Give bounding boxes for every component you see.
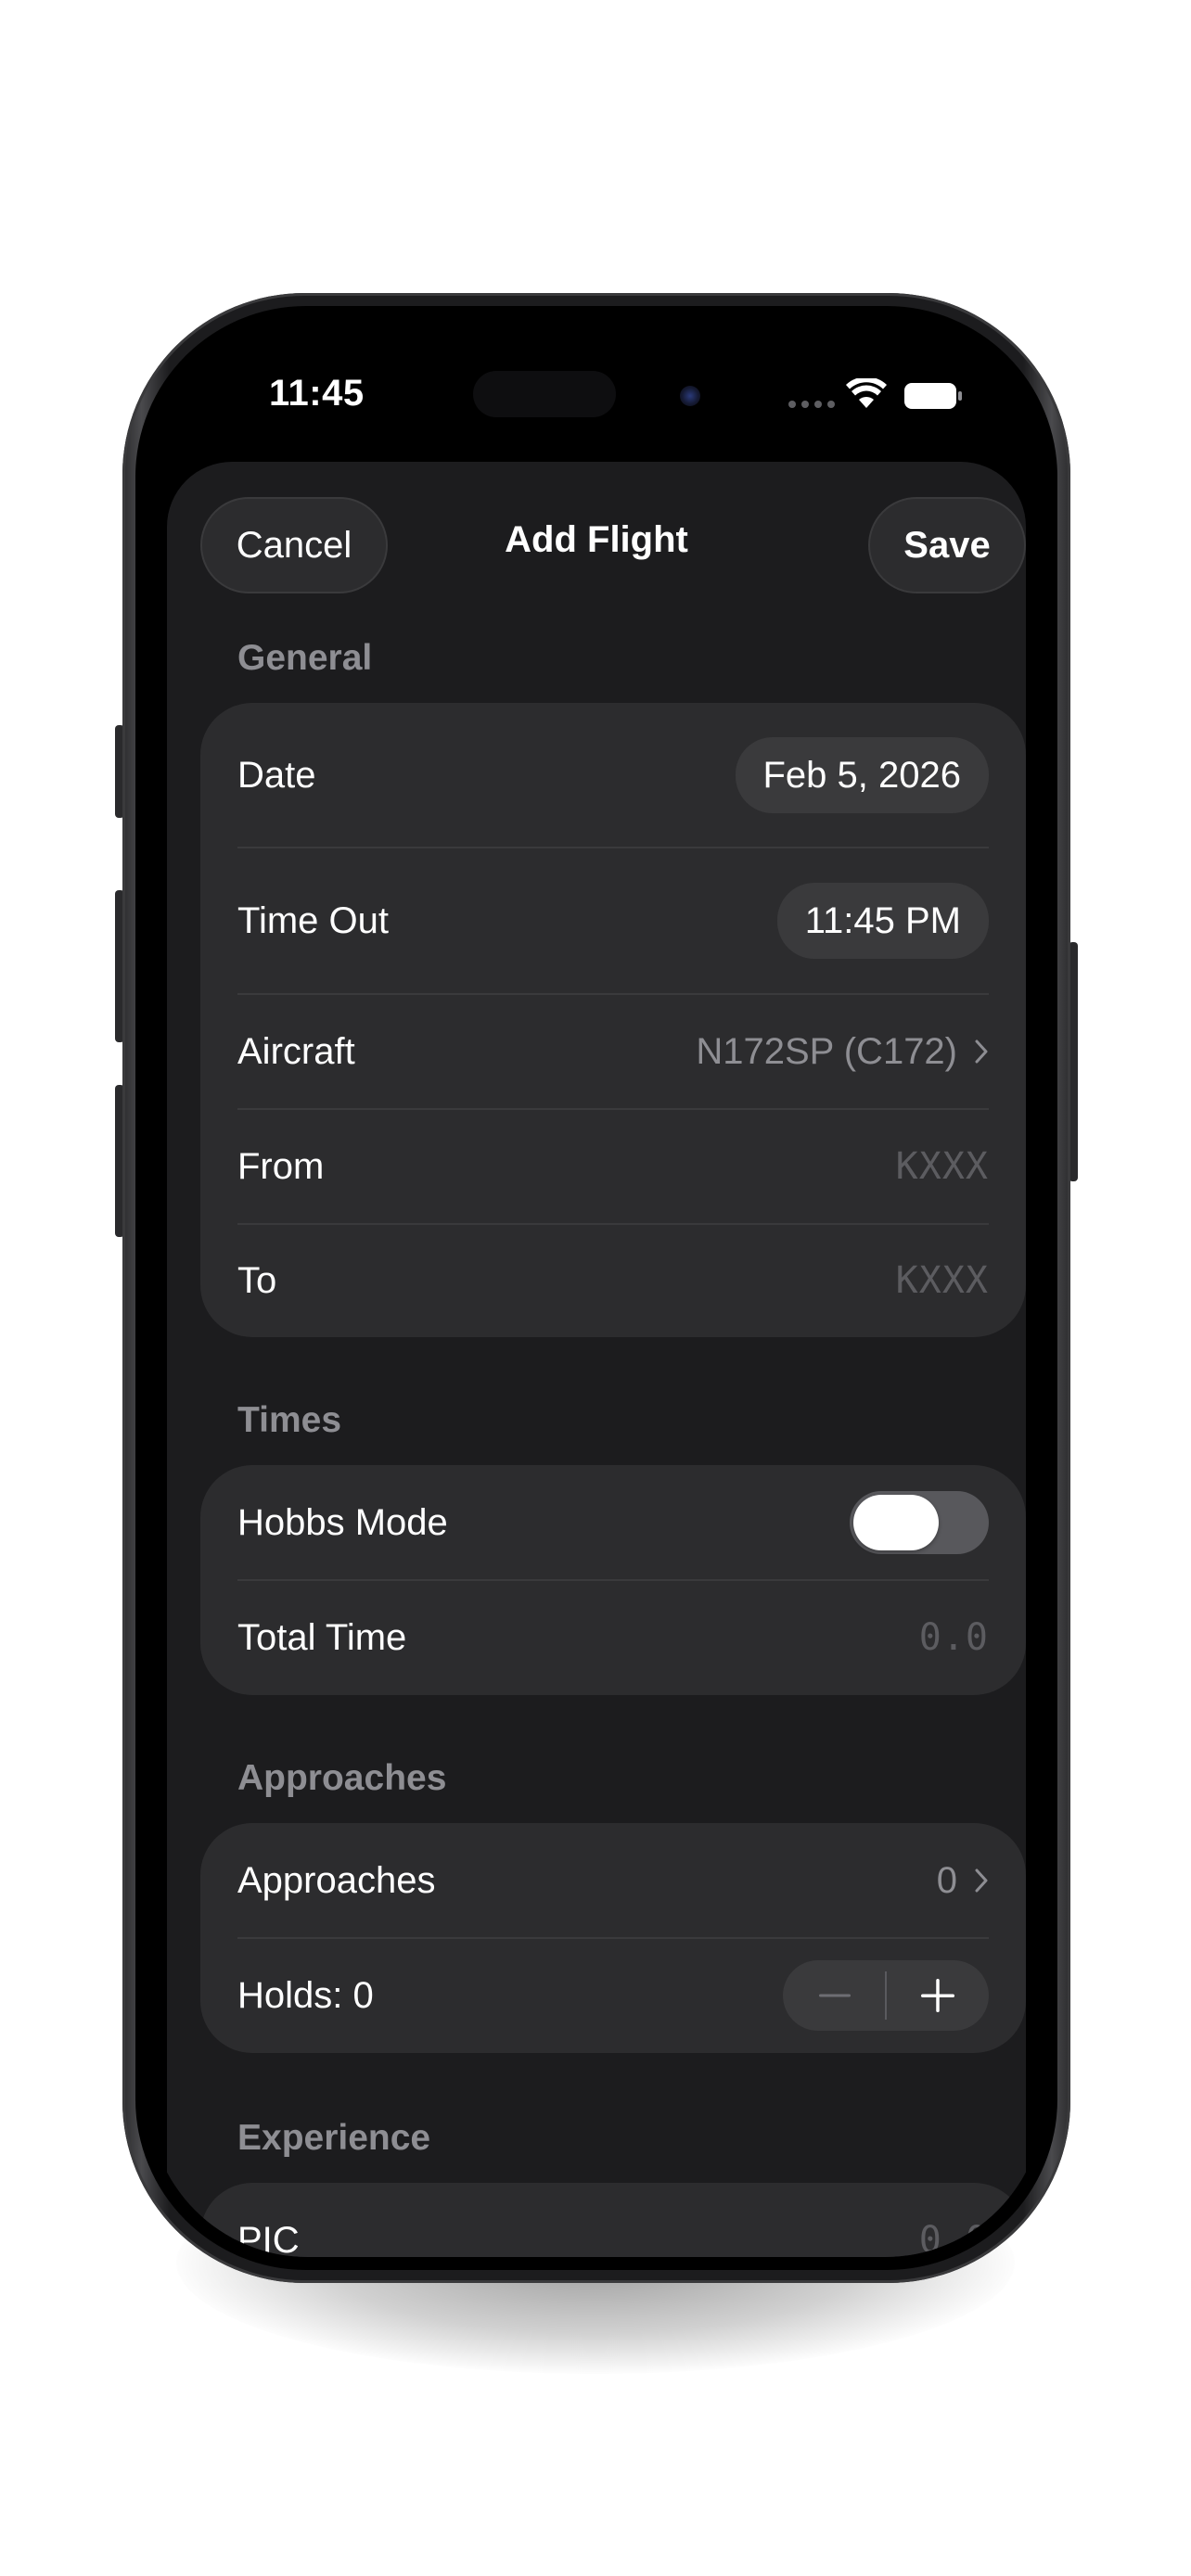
wifi-icon: [846, 378, 887, 408]
date-picker[interactable]: Feb 5, 2026: [735, 737, 989, 813]
holds-label: Holds: 0: [237, 1974, 374, 2016]
from-input[interactable]: KXXX: [896, 1145, 989, 1188]
stepper-divider: [885, 1971, 887, 2020]
save-button[interactable]: Save: [868, 497, 1026, 593]
from-row: From KXXX: [200, 1109, 1026, 1224]
aircraft-selected: N172SP (C172): [696, 1030, 957, 1072]
total-time-row: Total Time 0.0: [200, 1580, 1026, 1695]
cellular-signal-icon: [788, 401, 835, 408]
holds-row: Holds: 0: [200, 1938, 1026, 2053]
date-label: Date: [237, 754, 316, 796]
section-header-approaches: Approaches: [237, 1758, 447, 1798]
pic-row: PIC 0.0: [200, 2183, 1026, 2257]
battery-icon: [904, 383, 962, 409]
camera-icon: [680, 386, 700, 406]
plus-icon: [920, 1979, 954, 2012]
approaches-row[interactable]: Approaches 0: [200, 1823, 1026, 1938]
aircraft-row[interactable]: Aircraft N172SP (C172): [200, 994, 1026, 1109]
time-out-label: Time Out: [237, 899, 389, 941]
minus-icon: [818, 1994, 851, 1997]
toggle-knob: [853, 1495, 939, 1550]
chevron-right-icon: [975, 1868, 988, 1893]
hobbs-mode-toggle[interactable]: [850, 1491, 989, 1554]
approaches-label: Approaches: [237, 1859, 436, 1901]
total-time-label: Total Time: [237, 1616, 407, 1658]
to-input[interactable]: KXXX: [896, 1259, 989, 1302]
section-header-general: General: [237, 638, 373, 678]
screen: 11:45 Cancel Add Flight Save General Dat…: [148, 319, 1044, 2257]
section-header-times: Times: [237, 1400, 342, 1440]
experience-group: PIC 0.0: [200, 2183, 1026, 2257]
from-label: From: [237, 1145, 325, 1187]
hobbs-mode-label: Hobbs Mode: [237, 1501, 448, 1543]
time-out-row: Time Out 11:45 PM: [200, 848, 1026, 994]
decrement-button[interactable]: [783, 1960, 886, 2031]
general-group: Date Feb 5, 2026 Time Out 11:45 PM Aircr…: [200, 703, 1026, 1337]
to-row: To KXXX: [200, 1224, 1026, 1337]
status-time: 11:45: [269, 373, 365, 414]
add-flight-sheet: Cancel Add Flight Save General Date Feb …: [167, 462, 1026, 2257]
aircraft-value: N172SP (C172): [696, 1031, 989, 1073]
increment-button[interactable]: [886, 1960, 989, 2031]
chevron-right-icon: [975, 1039, 988, 1064]
pic-label: PIC: [237, 2219, 300, 2258]
dynamic-island: [473, 371, 616, 417]
total-time-input[interactable]: 0.0: [919, 1616, 989, 1659]
pic-input[interactable]: 0.0: [919, 2219, 989, 2257]
section-header-experience: Experience: [237, 2118, 431, 2158]
approaches-count: 0: [936, 1859, 957, 1901]
hobbs-mode-row: Hobbs Mode: [200, 1465, 1026, 1580]
to-label: To: [237, 1259, 277, 1301]
aircraft-label: Aircraft: [237, 1030, 355, 1072]
time-out-picker[interactable]: 11:45 PM: [776, 883, 989, 959]
approaches-group: Approaches 0 Holds: 0: [200, 1823, 1026, 2053]
holds-stepper: [783, 1960, 989, 2031]
date-row: Date Feb 5, 2026: [200, 703, 1026, 848]
times-group: Hobbs Mode Total Time 0.0: [200, 1465, 1026, 1695]
approaches-value: 0: [937, 1860, 989, 1902]
